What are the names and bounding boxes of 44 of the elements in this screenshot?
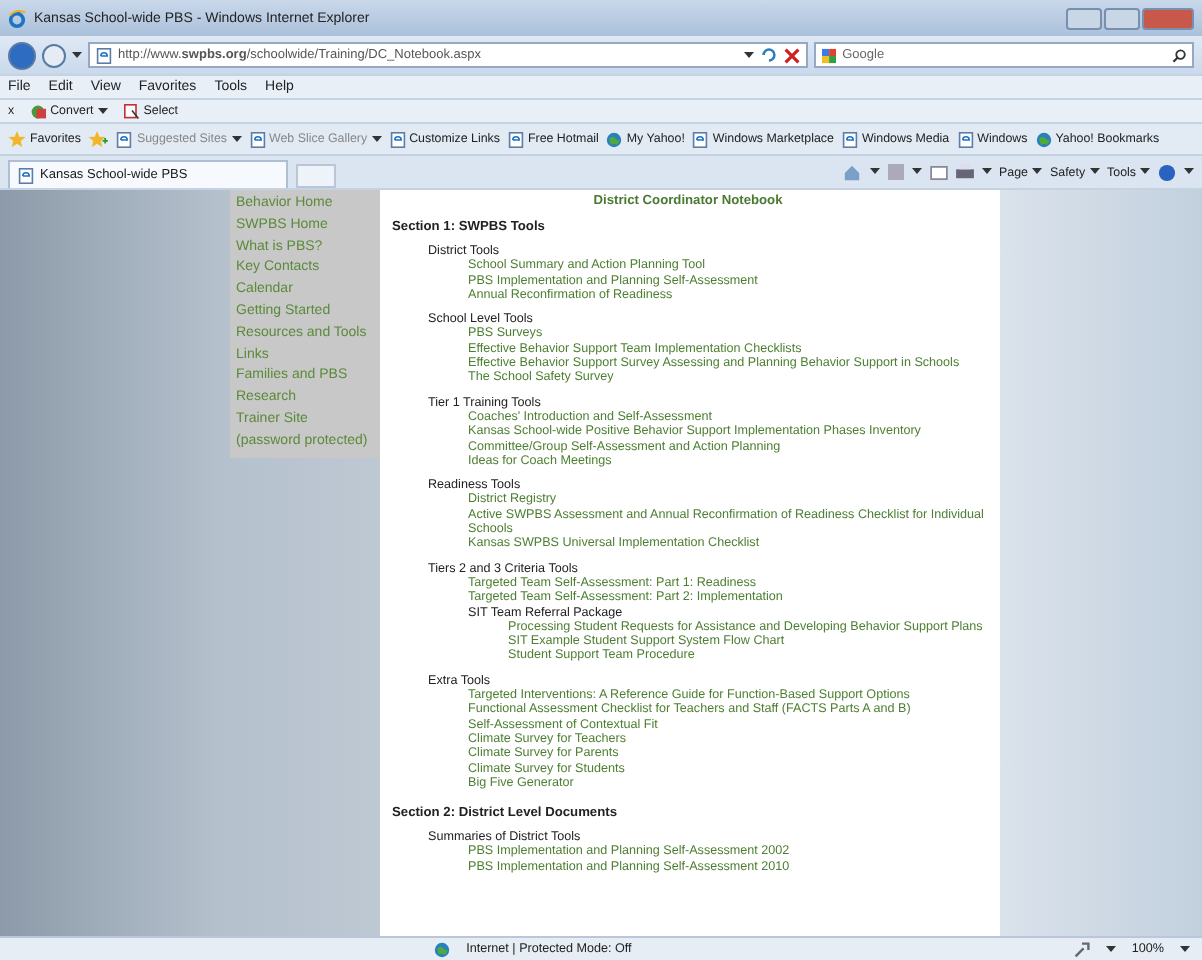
caret-icon	[1105, 945, 1116, 953]
maximize-button[interactable]	[1104, 7, 1140, 29]
caret-icon	[72, 51, 82, 59]
search-engine-icon	[822, 47, 837, 63]
search-icon[interactable]	[1171, 47, 1186, 63]
caret-icon	[869, 168, 880, 176]
caret-icon	[1180, 945, 1190, 953]
back-button[interactable]	[8, 41, 36, 69]
mail-icon[interactable]	[929, 165, 948, 179]
page-icon	[507, 131, 524, 147]
refresh-icon[interactable]	[760, 46, 778, 64]
close-icon[interactable]	[784, 47, 800, 63]
caret-icon	[1184, 168, 1194, 176]
page-icon	[96, 47, 112, 63]
browser-icon	[8, 9, 26, 27]
caret-icon	[371, 135, 382, 143]
close-button[interactable]	[1142, 7, 1194, 29]
tools-icon[interactable]	[1073, 941, 1090, 957]
page-icon	[18, 167, 34, 183]
caret-icon	[231, 135, 242, 143]
caret-icon	[744, 51, 754, 59]
caret-icon	[981, 168, 992, 176]
globe-icon	[1035, 131, 1052, 147]
caret-icon	[1032, 168, 1042, 176]
globe-icon	[434, 941, 451, 957]
minimize-button[interactable]	[1066, 7, 1102, 29]
globe-icon	[606, 131, 623, 147]
caret-icon	[97, 107, 108, 115]
select-icon	[123, 103, 140, 119]
page-icon	[692, 131, 709, 147]
page-icon	[957, 131, 974, 147]
page-icon	[389, 131, 406, 147]
home-icon[interactable]	[841, 163, 862, 181]
page-icon	[249, 131, 266, 147]
convert-icon	[30, 103, 47, 119]
forward-button[interactable]	[42, 43, 66, 67]
caret-icon	[911, 168, 922, 176]
page-icon	[841, 131, 858, 147]
page-icon	[116, 131, 133, 147]
star-icon	[8, 130, 26, 148]
caret-icon	[1089, 168, 1100, 176]
printer-icon[interactable]	[955, 164, 974, 180]
caret-icon	[1140, 168, 1150, 176]
add-favorite-icon[interactable]	[88, 130, 109, 148]
